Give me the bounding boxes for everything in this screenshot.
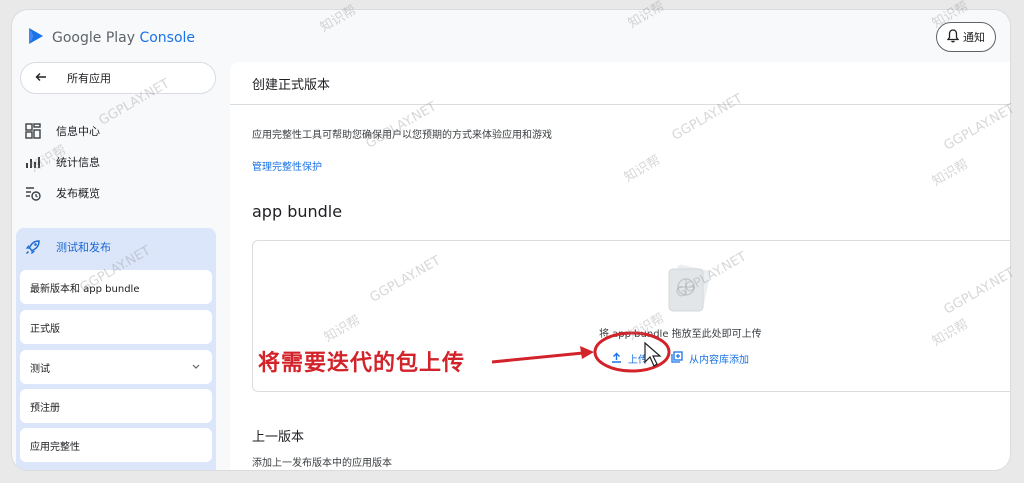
section-label: 测试和发布 <box>56 241 111 254</box>
logo-prefix: Google Play <box>52 30 136 46</box>
sidebar-item-release-overview[interactable]: 发布概览 <box>24 184 100 202</box>
sidebar-item-app-integrity[interactable]: 应用完整性 <box>20 428 212 462</box>
chevron-down-icon <box>192 362 200 373</box>
library-icon <box>671 351 683 366</box>
previous-releases-description: 添加上一发布版本中的应用版本 <box>252 458 392 469</box>
add-from-library-button[interactable]: 从内容库添加 <box>671 351 749 366</box>
notifications-label: 通知 <box>963 31 985 44</box>
sidebar-item-pre-registration[interactable]: 预注册 <box>20 389 212 423</box>
logo-text: Google Play Console <box>52 30 195 46</box>
sidebar-item-dashboard[interactable]: 信息中心 <box>24 122 100 140</box>
upload-button[interactable]: 上传 <box>611 351 648 366</box>
dashboard-icon <box>24 122 42 140</box>
all-apps-button[interactable]: 所有应用 <box>20 62 216 94</box>
release-overview-icon <box>24 184 42 202</box>
sidebar-item-production[interactable]: 正式版 <box>20 310 212 344</box>
previous-releases-heading: 上一版本 <box>252 430 305 445</box>
title-divider <box>230 104 1010 105</box>
sub-item-label: 应用完整性 <box>30 441 80 453</box>
annotation-label: 将需要迭代的包上传 <box>258 351 466 376</box>
manage-integrity-link[interactable]: 管理完整性保护 <box>252 158 322 173</box>
sidebar-item-testing[interactable]: 测试 <box>20 350 212 384</box>
logo-suffix: Console <box>139 30 196 46</box>
page-title: 创建正式版本 <box>252 78 331 93</box>
library-label: 从内容库添加 <box>689 355 749 366</box>
top-bar: Google Play Console 通知 <box>12 10 1010 62</box>
upload-label: 上传 <box>628 355 648 366</box>
sub-item-label: 正式版 <box>30 323 60 335</box>
sidebar-item-test-and-release[interactable]: 测试和发布 <box>24 238 111 256</box>
play-console-logo[interactable]: Google Play Console <box>26 26 195 50</box>
arrow-left-icon <box>35 72 47 85</box>
all-apps-label: 所有应用 <box>67 72 111 85</box>
sub-item-label: 预注册 <box>30 402 60 414</box>
play-logo-icon <box>26 26 46 50</box>
sidebar-item-label: 信息中心 <box>56 125 100 138</box>
app-bundle-heading: app bundle <box>252 202 343 221</box>
upload-icon <box>611 352 622 366</box>
sub-item-label: 测试 <box>30 363 50 375</box>
bell-icon <box>946 28 960 46</box>
main-content: 创建正式版本 应用完整性工具可帮助您确保用户以您预期的方式来体验应用和游戏 管理… <box>230 62 1010 470</box>
sidebar-item-label: 发布概览 <box>56 187 100 200</box>
rocket-icon <box>24 238 42 256</box>
